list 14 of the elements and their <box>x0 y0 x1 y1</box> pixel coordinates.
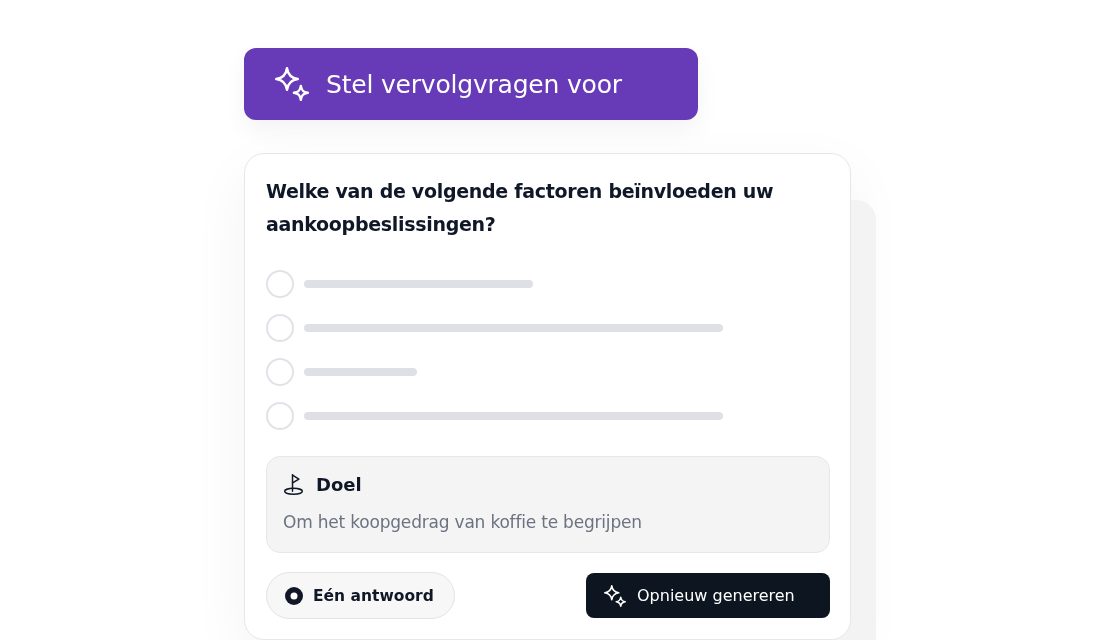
question-text: Welke van de volgende factoren beïnvloeden uw aankoopbeslissingen? <box>266 179 775 237</box>
goal-title: Doel <box>316 474 362 495</box>
radio-button[interactable] <box>266 314 294 342</box>
answer-type-toggle[interactable]: Eén antwoord <box>266 572 455 619</box>
radio-button[interactable] <box>266 358 294 386</box>
regenerate-button[interactable]: Opnieuw genereren <box>586 573 830 618</box>
radio-button[interactable] <box>266 270 294 298</box>
suggest-follow-up-button[interactable]: Stel vervolgvragen voor <box>244 48 698 120</box>
radio-button[interactable] <box>266 402 294 430</box>
radio-icon <box>285 586 303 605</box>
sparkle-icon <box>275 67 309 101</box>
goal-text: Om het koopgedrag van koffie te begrijpen <box>283 512 643 532</box>
sparkle-icon <box>604 584 626 607</box>
golf-flag-icon <box>283 474 304 495</box>
